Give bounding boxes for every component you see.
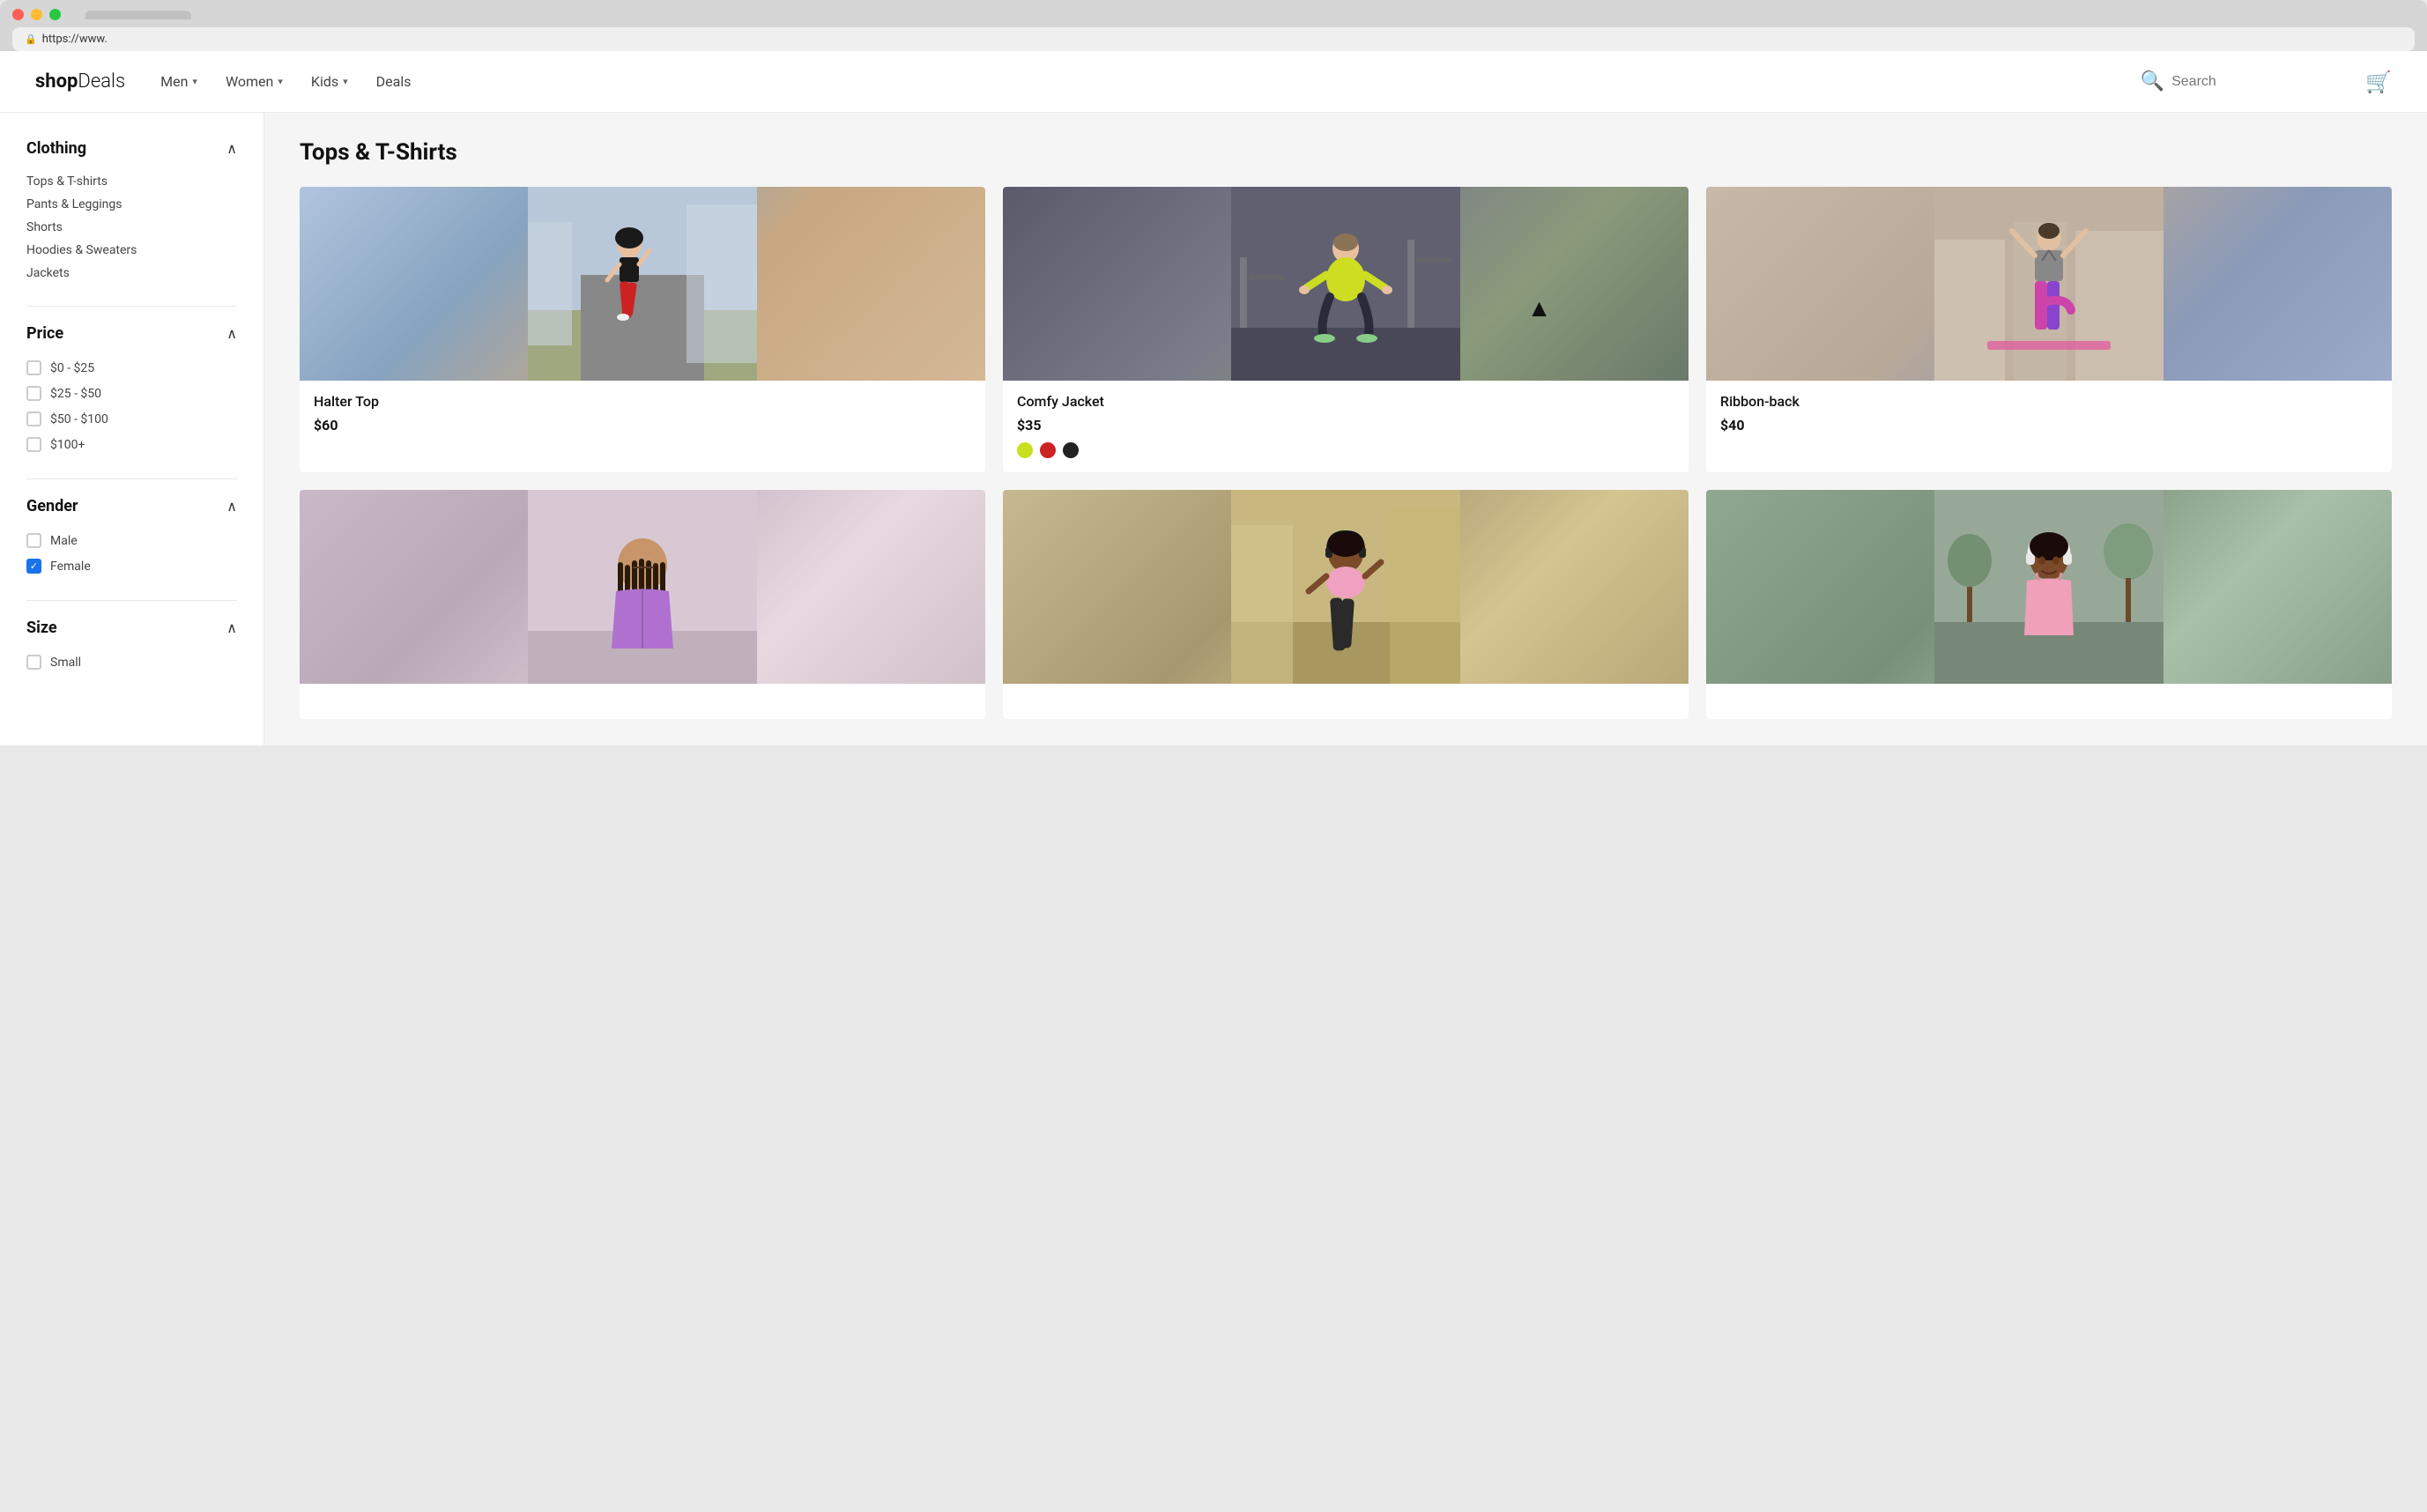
filter-pants[interactable]: Pants & Leggings bbox=[26, 193, 237, 216]
sidebar: Clothing ∧ Tops & T-shirts Pants & Leggi… bbox=[0, 113, 264, 745]
product-info-ribbon-back: Ribbon-back $40 bbox=[1706, 381, 2392, 456]
color-swatches-comfy-jacket bbox=[1017, 442, 1674, 458]
section-title: Tops & T-Shirts bbox=[300, 139, 2392, 166]
browser-chrome: 🔒 https://www. bbox=[0, 0, 2427, 51]
collapse-gender-icon[interactable]: ∧ bbox=[226, 498, 237, 515]
collapse-clothing-icon[interactable]: ∧ bbox=[226, 140, 237, 157]
divider-3 bbox=[26, 600, 237, 601]
page-wrapper: shopDeals Men ▾ Women ▾ Kids ▾ Deals 🔍 🛒 bbox=[0, 51, 2427, 745]
filter-tops[interactable]: Tops & T-shirts bbox=[26, 170, 237, 193]
chevron-down-icon: ▾ bbox=[192, 76, 197, 87]
product-name-halter-top: Halter Top bbox=[314, 393, 971, 410]
divider-2 bbox=[26, 478, 237, 479]
filter-jackets[interactable]: Jackets bbox=[26, 262, 237, 285]
search-input[interactable] bbox=[2171, 74, 2312, 90]
price-filter-header: Price ∧ bbox=[26, 324, 237, 343]
product-info-6 bbox=[1706, 684, 2392, 719]
product-price-ribbon-back: $40 bbox=[1720, 417, 2378, 434]
price-25-50[interactable]: $25 - $50 bbox=[26, 381, 237, 406]
product-image-5 bbox=[1003, 490, 1689, 684]
price-100-plus[interactable]: $100+ bbox=[26, 432, 237, 457]
product-image-halter-top bbox=[300, 187, 985, 381]
price-filter: Price ∧ $0 - $25 $25 - $50 $50 - $100 bbox=[26, 324, 237, 457]
gender-filter-title: Gender bbox=[26, 497, 78, 515]
color-swatch-black[interactable] bbox=[1063, 442, 1079, 458]
product-info-4 bbox=[300, 684, 985, 719]
search-icon: 🔍 bbox=[2141, 70, 2164, 93]
size-filter-title: Size bbox=[26, 619, 57, 637]
product-price-halter-top: $60 bbox=[314, 417, 971, 434]
size-filter-header: Size ∧ bbox=[26, 619, 237, 637]
product-price-comfy-jacket: $35 bbox=[1017, 417, 1674, 434]
product-grid: Halter Top $60 bbox=[300, 187, 2392, 719]
checkbox-small[interactable] bbox=[26, 655, 41, 670]
titlebar bbox=[12, 9, 2415, 20]
logo[interactable]: shopDeals bbox=[35, 70, 125, 93]
size-small[interactable]: Small bbox=[26, 649, 237, 675]
close-button[interactable] bbox=[12, 9, 24, 20]
checkbox-50-100[interactable] bbox=[26, 411, 41, 426]
product-image-comfy-jacket: ▲ bbox=[1003, 187, 1689, 381]
minimize-button[interactable] bbox=[31, 9, 42, 20]
price-filter-title: Price bbox=[26, 324, 63, 343]
clothing-filter-header: Clothing ∧ bbox=[26, 139, 237, 158]
color-swatch-red[interactable] bbox=[1040, 442, 1056, 458]
gender-filter: Gender ∧ Male Female bbox=[26, 497, 237, 579]
nav-women[interactable]: Women ▾ bbox=[226, 73, 283, 90]
product-image-4 bbox=[300, 490, 985, 684]
price-50-100[interactable]: $50 - $100 bbox=[26, 406, 237, 432]
color-swatch-yellow[interactable] bbox=[1017, 442, 1033, 458]
checkbox-100-plus[interactable] bbox=[26, 437, 41, 452]
checkbox-male[interactable] bbox=[26, 533, 41, 548]
product-card-4[interactable] bbox=[300, 490, 985, 719]
price-0-25[interactable]: $0 - $25 bbox=[26, 355, 237, 381]
product-card-comfy-jacket[interactable]: ▲ Comfy Jacket $35 bbox=[1003, 187, 1689, 472]
nav-kids[interactable]: Kids ▾ bbox=[311, 73, 348, 90]
checkbox-female[interactable] bbox=[26, 559, 41, 574]
product-info-comfy-jacket: Comfy Jacket $35 bbox=[1003, 381, 1689, 472]
filter-hoodies[interactable]: Hoodies & Sweaters bbox=[26, 239, 237, 262]
url-text: https://www. bbox=[42, 33, 2402, 46]
search-area: 🔍 bbox=[2141, 70, 2312, 93]
checkbox-25-50[interactable] bbox=[26, 386, 41, 401]
divider bbox=[26, 306, 237, 307]
chevron-down-icon: ▾ bbox=[278, 76, 283, 87]
filter-shorts[interactable]: Shorts bbox=[26, 216, 237, 239]
browser-tabs bbox=[85, 11, 191, 19]
chevron-down-icon: ▾ bbox=[343, 76, 348, 87]
product-card-6[interactable] bbox=[1706, 490, 2392, 719]
product-card-halter-top[interactable]: Halter Top $60 bbox=[300, 187, 985, 472]
product-name-comfy-jacket: Comfy Jacket bbox=[1017, 393, 1674, 410]
clothing-filter-title: Clothing bbox=[26, 139, 86, 158]
size-filter: Size ∧ Small bbox=[26, 619, 237, 675]
product-card-5[interactable] bbox=[1003, 490, 1689, 719]
address-bar[interactable]: 🔒 https://www. bbox=[12, 27, 2415, 51]
product-name-ribbon-back: Ribbon-back bbox=[1720, 393, 2378, 410]
product-image-6 bbox=[1706, 490, 2392, 684]
collapse-size-icon[interactable]: ∧ bbox=[226, 619, 237, 636]
product-image-ribbon-back bbox=[1706, 187, 2392, 381]
main-layout: Clothing ∧ Tops & T-shirts Pants & Leggi… bbox=[0, 113, 2427, 745]
maximize-button[interactable] bbox=[49, 9, 61, 20]
browser-tab[interactable] bbox=[85, 11, 191, 19]
product-card-ribbon-back[interactable]: Ribbon-back $40 bbox=[1706, 187, 2392, 472]
site-header: shopDeals Men ▾ Women ▾ Kids ▾ Deals 🔍 🛒 bbox=[0, 51, 2427, 113]
collapse-price-icon[interactable]: ∧ bbox=[226, 325, 237, 342]
gender-filter-header: Gender ∧ bbox=[26, 497, 237, 515]
clothing-filter: Clothing ∧ Tops & T-shirts Pants & Leggi… bbox=[26, 139, 237, 285]
nav-men[interactable]: Men ▾ bbox=[160, 73, 197, 90]
gender-male[interactable]: Male bbox=[26, 528, 237, 553]
content-area: Tops & T-Shirts bbox=[264, 113, 2427, 745]
nav-deals[interactable]: Deals bbox=[376, 73, 412, 90]
lock-icon: 🔒 bbox=[25, 33, 37, 45]
main-nav: Men ▾ Women ▾ Kids ▾ Deals bbox=[160, 73, 2105, 90]
product-info-5 bbox=[1003, 684, 1689, 719]
cart-icon[interactable]: 🛒 bbox=[2365, 70, 2392, 94]
gender-female[interactable]: Female bbox=[26, 553, 237, 579]
product-info-halter-top: Halter Top $60 bbox=[300, 381, 985, 456]
checkbox-0-25[interactable] bbox=[26, 360, 41, 375]
